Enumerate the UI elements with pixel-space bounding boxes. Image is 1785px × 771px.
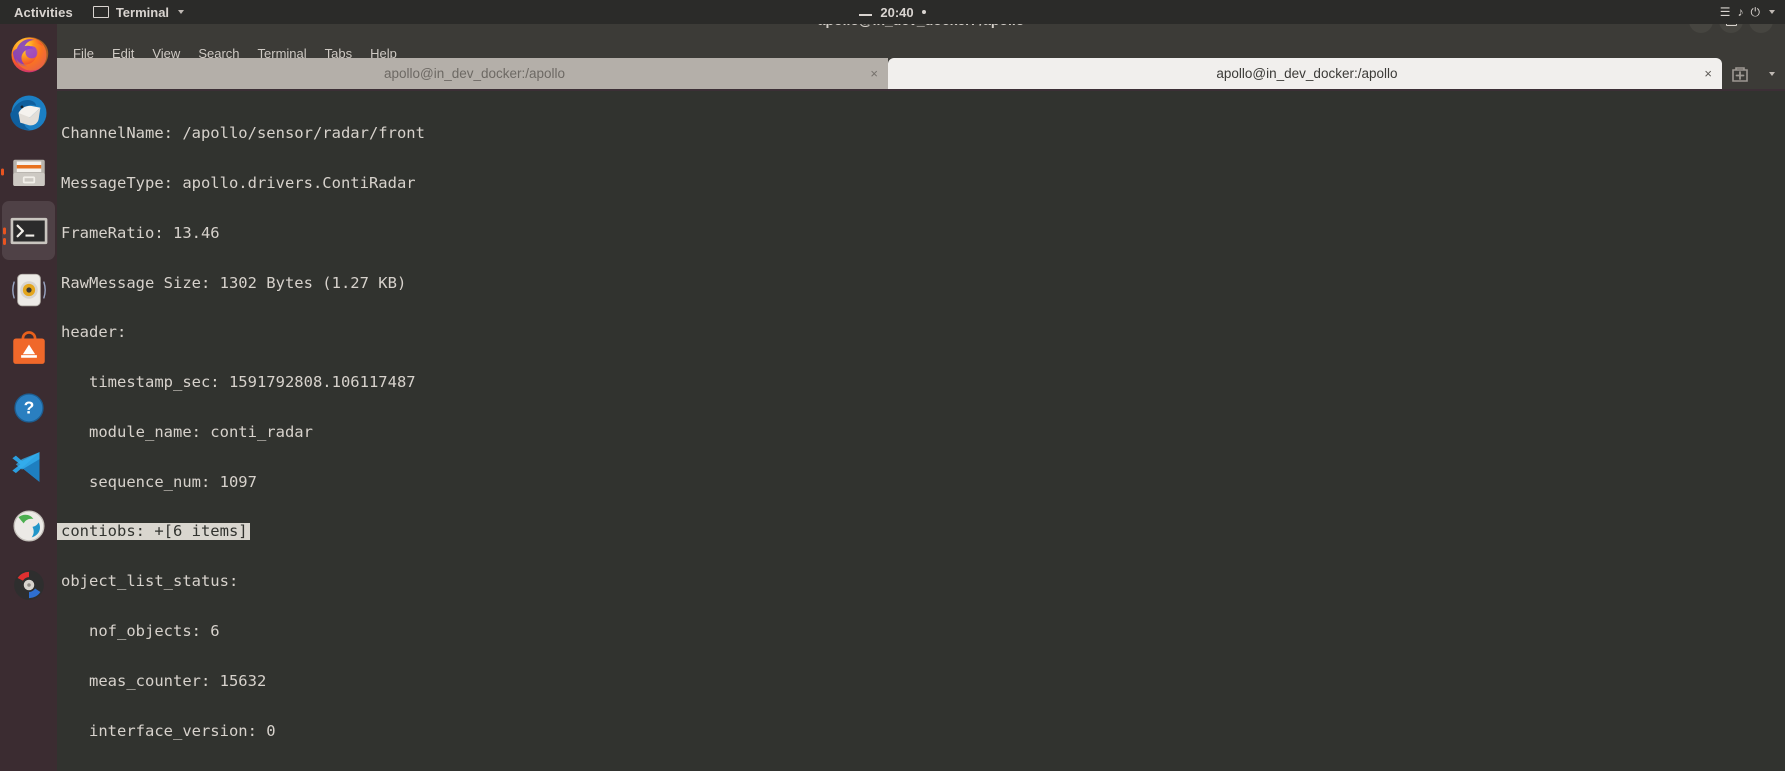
terminal-line-text: nof_objects: 6 [61, 622, 220, 640]
new-tab-button[interactable] [1722, 58, 1757, 89]
terminal-line-text: contiobs: +[6 items] [57, 523, 250, 541]
volume-icon: ♪ [1737, 5, 1744, 19]
dock-item-terminal[interactable] [2, 201, 55, 260]
files-icon [12, 159, 45, 186]
terminal-line: module_name: conti_radar [57, 424, 1785, 441]
terminal-line: timestamp_sec: 1591792808.106117487 [57, 374, 1785, 391]
chevron-down-icon [1769, 10, 1775, 14]
network-icon: ☰ [1719, 5, 1731, 19]
terminal-tab-2-close-icon[interactable]: × [1704, 67, 1712, 80]
terminal-output-area[interactable]: ChannelName: /apollo/sensor/radar/front … [57, 89, 1785, 771]
globe-icon [12, 509, 45, 542]
terminal-tab-1-close-icon[interactable]: × [870, 67, 878, 80]
terminal-line-text: module_name: conti_radar [61, 422, 313, 441]
terminal-line: header: [57, 324, 1785, 341]
tab-overflow-menu-button[interactable] [1757, 58, 1785, 89]
terminal-line-text: FrameRatio: 13.46 [61, 223, 220, 242]
activities-button[interactable]: Activities [0, 5, 85, 20]
dock-item-help[interactable]: ? [0, 378, 57, 437]
terminal-line-text: ChannelName: /apollo/sensor/radar/front [61, 124, 425, 143]
terminal-tab-2[interactable]: apollo@in_dev_docker:/apollo × [887, 58, 1722, 89]
svg-text:?: ? [23, 397, 34, 417]
tabbar-underline [57, 89, 1785, 91]
ubuntu-software-icon [12, 330, 45, 364]
new-tab-icon [1731, 66, 1748, 82]
dock-item-backups[interactable] [0, 555, 57, 614]
firefox-icon [11, 36, 48, 72]
terminal-line-text: header: [61, 323, 127, 342]
terminal-line: nof_objects: 6 [57, 623, 1785, 640]
terminal-line-selected[interactable]: contiobs: +[6 items] [57, 523, 1785, 541]
terminal-tab-1[interactable]: apollo@in_dev_docker:/apollo × [57, 58, 888, 89]
rhythmbox-icon [11, 273, 46, 306]
backups-icon [13, 569, 44, 600]
vscode-icon [11, 451, 39, 482]
dock-item-thunderbird[interactable] [0, 83, 57, 142]
terminal-line-text: sequence_num: 1097 [61, 472, 257, 491]
terminal-line: RawMessage Size: 1302 Bytes (1.27 KB) [57, 273, 1785, 292]
terminal-line: sequence_num: 1097 [57, 472, 1785, 491]
terminal-tab-2-label: apollo@in_dev_docker:/apollo [1216, 66, 1398, 81]
help-icon: ? [13, 392, 44, 423]
terminal-line-text: RawMessage Size: 1302 Bytes (1.27 KB) [61, 273, 407, 292]
terminal-window: apollo@in_dev_docker: /apollo ✕ File Edi… [57, 0, 1785, 771]
dock-item-firefox[interactable] [0, 24, 57, 83]
clock-button[interactable]: 20:40 [0, 5, 1785, 20]
terminal-text: ChannelName: /apollo/sensor/radar/front … [57, 92, 1785, 771]
app-menu-button[interactable]: Terminal [85, 5, 192, 20]
chevron-down-icon [1769, 71, 1776, 76]
terminal-icon [10, 217, 47, 244]
terminal-window-icon [92, 6, 109, 18]
tab-bar: apollo@in_dev_docker:/apollo × apollo@in… [57, 58, 1785, 89]
notification-dot-icon [921, 10, 926, 14]
gnome-top-bar: Activities Terminal 20:40 ☰ ♪ ⏻ [0, 0, 1785, 24]
terminal-tab-1-label: apollo@in_dev_docker:/apollo [383, 66, 566, 81]
terminal-line: object_list_status: [57, 573, 1785, 590]
terminal-line: meas_counter: 15632 [57, 671, 1785, 690]
power-icon: ⏻ [1750, 5, 1761, 19]
calendar-icon [859, 14, 873, 16]
dock-item-rhythmbox[interactable] [0, 260, 57, 319]
terminal-line-text: interface_version: 0 [61, 721, 276, 740]
thunderbird-icon [9, 95, 46, 130]
app-menu-label: Terminal [115, 4, 170, 20]
terminal-line: FrameRatio: 13.46 [57, 223, 1785, 242]
dock-item-ubuntu-software[interactable] [0, 319, 57, 378]
dock-item-webapp[interactable] [0, 496, 57, 555]
dock-item-vscode[interactable] [0, 437, 57, 496]
ubuntu-dock: ? [0, 24, 57, 771]
terminal-line: ChannelName: /apollo/sensor/radar/front [57, 125, 1785, 142]
terminal-line-text: MessageType: apollo.drivers.ContiRadar [61, 173, 416, 192]
chevron-down-icon [178, 10, 185, 14]
system-status-menu[interactable]: ☰ ♪ ⏻ [1720, 6, 1775, 18]
dock-item-files[interactable] [0, 142, 57, 201]
terminal-line-text: meas_counter: 15632 [61, 671, 267, 690]
clock-label: 20:40 [880, 4, 914, 20]
terminal-line-text: timestamp_sec: 1591792808.106117487 [61, 373, 416, 392]
terminal-line-text: object_list_status: [61, 572, 239, 591]
terminal-line: interface_version: 0 [57, 721, 1785, 740]
terminal-line: MessageType: apollo.drivers.ContiRadar [57, 175, 1785, 192]
